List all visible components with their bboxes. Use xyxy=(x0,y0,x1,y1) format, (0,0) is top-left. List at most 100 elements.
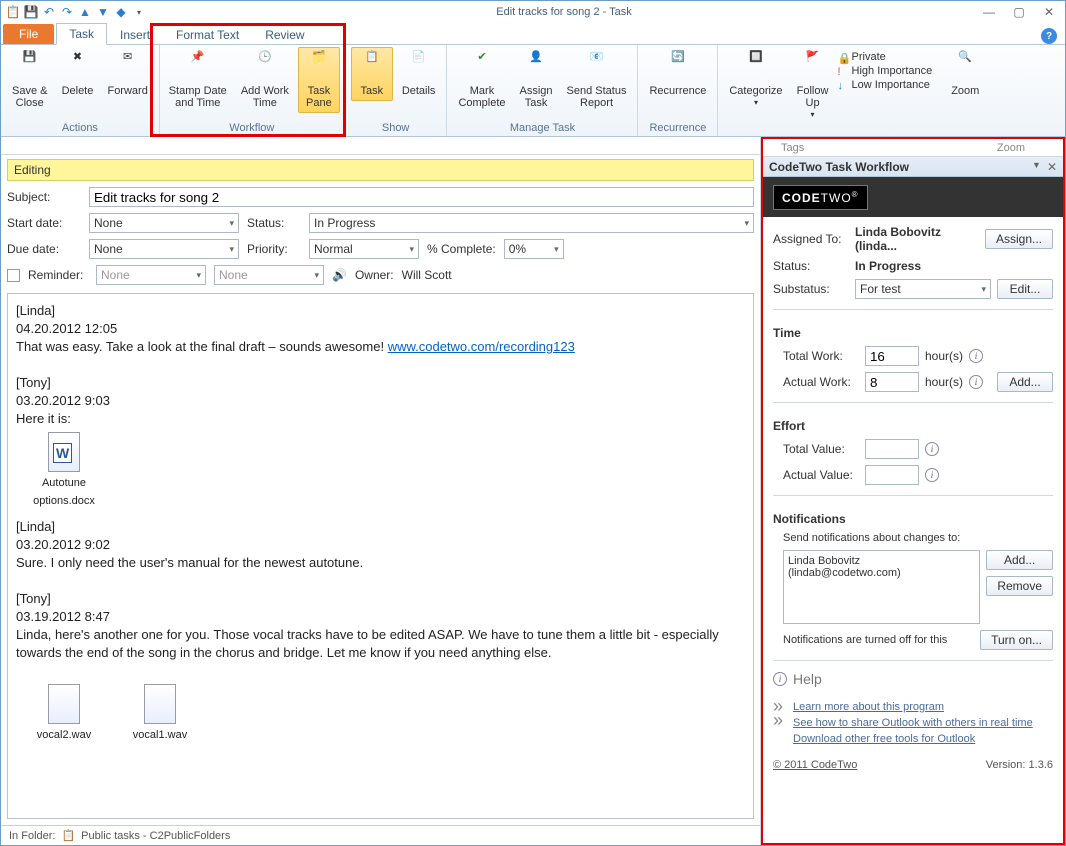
tab-task[interactable]: Task xyxy=(56,23,107,45)
tab-insert[interactable]: Insert xyxy=(107,24,163,45)
mark-complete-button[interactable]: ✔Mark Complete xyxy=(453,47,510,113)
maximize-button[interactable]: ▢ xyxy=(1011,4,1027,20)
edit-substatus-button[interactable]: Edit... xyxy=(997,279,1053,299)
ribbon-group-recurrence: 🔄Recurrence Recurrence xyxy=(638,45,718,136)
actual-work-label: Actual Work: xyxy=(783,375,859,389)
attachment-vocal1[interactable]: vocal1.wav xyxy=(120,684,200,744)
priority-dropdown[interactable]: Normal xyxy=(309,239,419,259)
help-link-free-tools[interactable]: Download other free tools for Outlook xyxy=(793,731,1033,747)
prev-item-icon[interactable]: ▲ xyxy=(77,4,93,20)
assign-task-button[interactable]: 👤Assign Task xyxy=(515,47,558,113)
qat-more-icon[interactable]: ▾ xyxy=(131,4,147,20)
forward-button[interactable]: ✉Forward xyxy=(102,47,152,101)
recording-link[interactable]: www.codetwo.com/recording123 xyxy=(388,339,575,354)
undo-icon[interactable]: ↶ xyxy=(41,4,57,20)
low-importance-toggle[interactable]: ↓Low Importance xyxy=(838,79,933,91)
effort-heading: Effort xyxy=(773,419,1053,433)
diamond-icon[interactable]: ◆ xyxy=(113,4,129,20)
folder-path: Public tasks - C2PublicFolders xyxy=(81,830,230,842)
add-work-time-button[interactable]: 🕒Add Work Time xyxy=(236,47,294,113)
pane-title: CodeTwo Task Workflow xyxy=(769,160,909,174)
percent-complete-spinner[interactable]: 0% xyxy=(504,239,564,259)
assign-button[interactable]: Assign... xyxy=(985,229,1053,249)
help-icon[interactable]: ? xyxy=(1041,28,1057,44)
exclaim-icon: ! xyxy=(838,66,848,76)
show-details-button[interactable]: 📄Details xyxy=(397,47,441,101)
zoom-button[interactable]: 🔍Zoom xyxy=(944,47,986,101)
magnifier-icon: 🔍 xyxy=(949,51,981,83)
send-status-report-button[interactable]: 📧Send Status Report xyxy=(562,47,632,113)
assign-icon: 👤 xyxy=(520,51,552,83)
hours-label: hour(s) xyxy=(925,375,963,389)
generic-file-icon xyxy=(48,684,80,724)
show-task-button[interactable]: 📋Task xyxy=(351,47,393,101)
next-item-icon[interactable]: ▼ xyxy=(95,4,111,20)
stamp-date-time-button[interactable]: 📌Stamp Date and Time xyxy=(164,47,232,113)
note-block-1: [Linda] 04.20.2012 12:05 That was easy. … xyxy=(16,302,745,356)
reminder-date-dropdown[interactable]: None xyxy=(96,265,206,285)
status-bar: In Folder: 📋 Public tasks - C2PublicFold… xyxy=(1,825,760,845)
pane-close-icon[interactable]: ✕ xyxy=(1047,160,1057,174)
ribbon-group-manage-task: ✔Mark Complete 👤Assign Task 📧Send Status… xyxy=(447,45,638,136)
info-icon[interactable]: i xyxy=(925,442,939,456)
start-date-dropdown[interactable]: None xyxy=(89,213,239,233)
sound-icon[interactable]: 🔊 xyxy=(332,268,347,282)
reminder-time-dropdown[interactable]: None xyxy=(214,265,324,285)
pane-dropdown-icon[interactable]: ▼ xyxy=(1032,160,1041,174)
redo-icon[interactable]: ↷ xyxy=(59,4,75,20)
minimize-button[interactable]: — xyxy=(981,4,997,20)
actual-value-input[interactable] xyxy=(865,465,919,485)
info-icon[interactable]: i xyxy=(925,468,939,482)
info-icon: i xyxy=(773,672,787,686)
help-link-share-outlook[interactable]: See how to share Outlook with others in … xyxy=(793,715,1033,731)
add-recipient-button[interactable]: Add... xyxy=(986,550,1053,570)
task-body-editor[interactable]: [Linda] 04.20.2012 12:05 That was easy. … xyxy=(7,293,754,819)
status-dropdown[interactable]: In Progress xyxy=(309,213,754,233)
follow-up-button[interactable]: 🚩Follow Up▾ xyxy=(792,47,834,125)
help-link-learn-more[interactable]: Learn more about this program xyxy=(793,699,1033,715)
complete-label: % Complete: xyxy=(427,242,496,256)
stamp-icon: 📌 xyxy=(182,51,214,83)
quick-access-toolbar: 📋 💾 ↶ ↷ ▲ ▼ ◆ ▾ xyxy=(5,4,147,20)
close-button[interactable]: ✕ xyxy=(1041,4,1057,20)
ribbon-tabstrip: File Task Insert Format Text Review ? xyxy=(1,23,1065,45)
remove-recipient-button[interactable]: Remove xyxy=(986,576,1053,596)
hidden-group-labels-right: Tags Zoom xyxy=(763,139,1063,157)
total-value-input[interactable] xyxy=(865,439,919,459)
save-close-button[interactable]: 💾Save & Close xyxy=(7,47,52,113)
private-toggle[interactable]: 🔒Private xyxy=(838,51,933,63)
add-work-button[interactable]: Add... xyxy=(997,372,1053,392)
reminder-checkbox[interactable] xyxy=(7,269,20,282)
window-buttons: — ▢ ✕ xyxy=(981,4,1061,20)
info-icon[interactable]: i xyxy=(969,349,983,363)
due-date-label: Due date: xyxy=(7,242,81,256)
notification-recipients-list[interactable]: Linda Bobovitz (lindab@codetwo.com) xyxy=(783,550,980,624)
info-icon[interactable]: i xyxy=(969,375,983,389)
ribbon-group-label: Recurrence xyxy=(644,120,711,136)
delete-button[interactable]: ✖Delete xyxy=(56,47,98,101)
tab-review[interactable]: Review xyxy=(252,24,317,45)
file-tab[interactable]: File xyxy=(3,24,54,44)
time-heading: Time xyxy=(773,326,1053,340)
actual-value-label: Actual Value: xyxy=(783,468,859,482)
ribbon-group-label: Manage Task xyxy=(453,120,631,136)
save-icon[interactable]: 💾 xyxy=(23,4,39,20)
due-date-dropdown[interactable]: None xyxy=(89,239,239,259)
attachment-vocal2[interactable]: vocal2.wav xyxy=(24,684,104,744)
attachment-docx[interactable]: Autotune options.docx xyxy=(24,432,104,510)
subject-input[interactable] xyxy=(89,187,754,207)
categorize-button[interactable]: 🔲Categorize▾ xyxy=(724,47,787,113)
turn-on-button[interactable]: Turn on... xyxy=(980,630,1053,650)
total-work-input[interactable] xyxy=(865,346,919,366)
save-close-icon: 💾 xyxy=(14,51,46,83)
actual-work-input[interactable] xyxy=(865,372,919,392)
recurrence-button[interactable]: 🔄Recurrence xyxy=(644,47,711,101)
copyright-link[interactable]: © 2011 CodeTwo xyxy=(773,759,857,771)
hidden-group-labels xyxy=(1,137,760,155)
task-pane-button[interactable]: 🗂️Task Pane xyxy=(298,47,340,113)
substatus-dropdown[interactable]: For test xyxy=(855,279,991,299)
note-block-2: [Tony] 03.20.2012 9:03 Here it is: Autot… xyxy=(16,374,745,518)
high-importance-toggle[interactable]: !High Importance xyxy=(838,65,933,77)
tab-format-text[interactable]: Format Text xyxy=(163,24,252,45)
ribbon-group-label: Show xyxy=(351,120,441,136)
